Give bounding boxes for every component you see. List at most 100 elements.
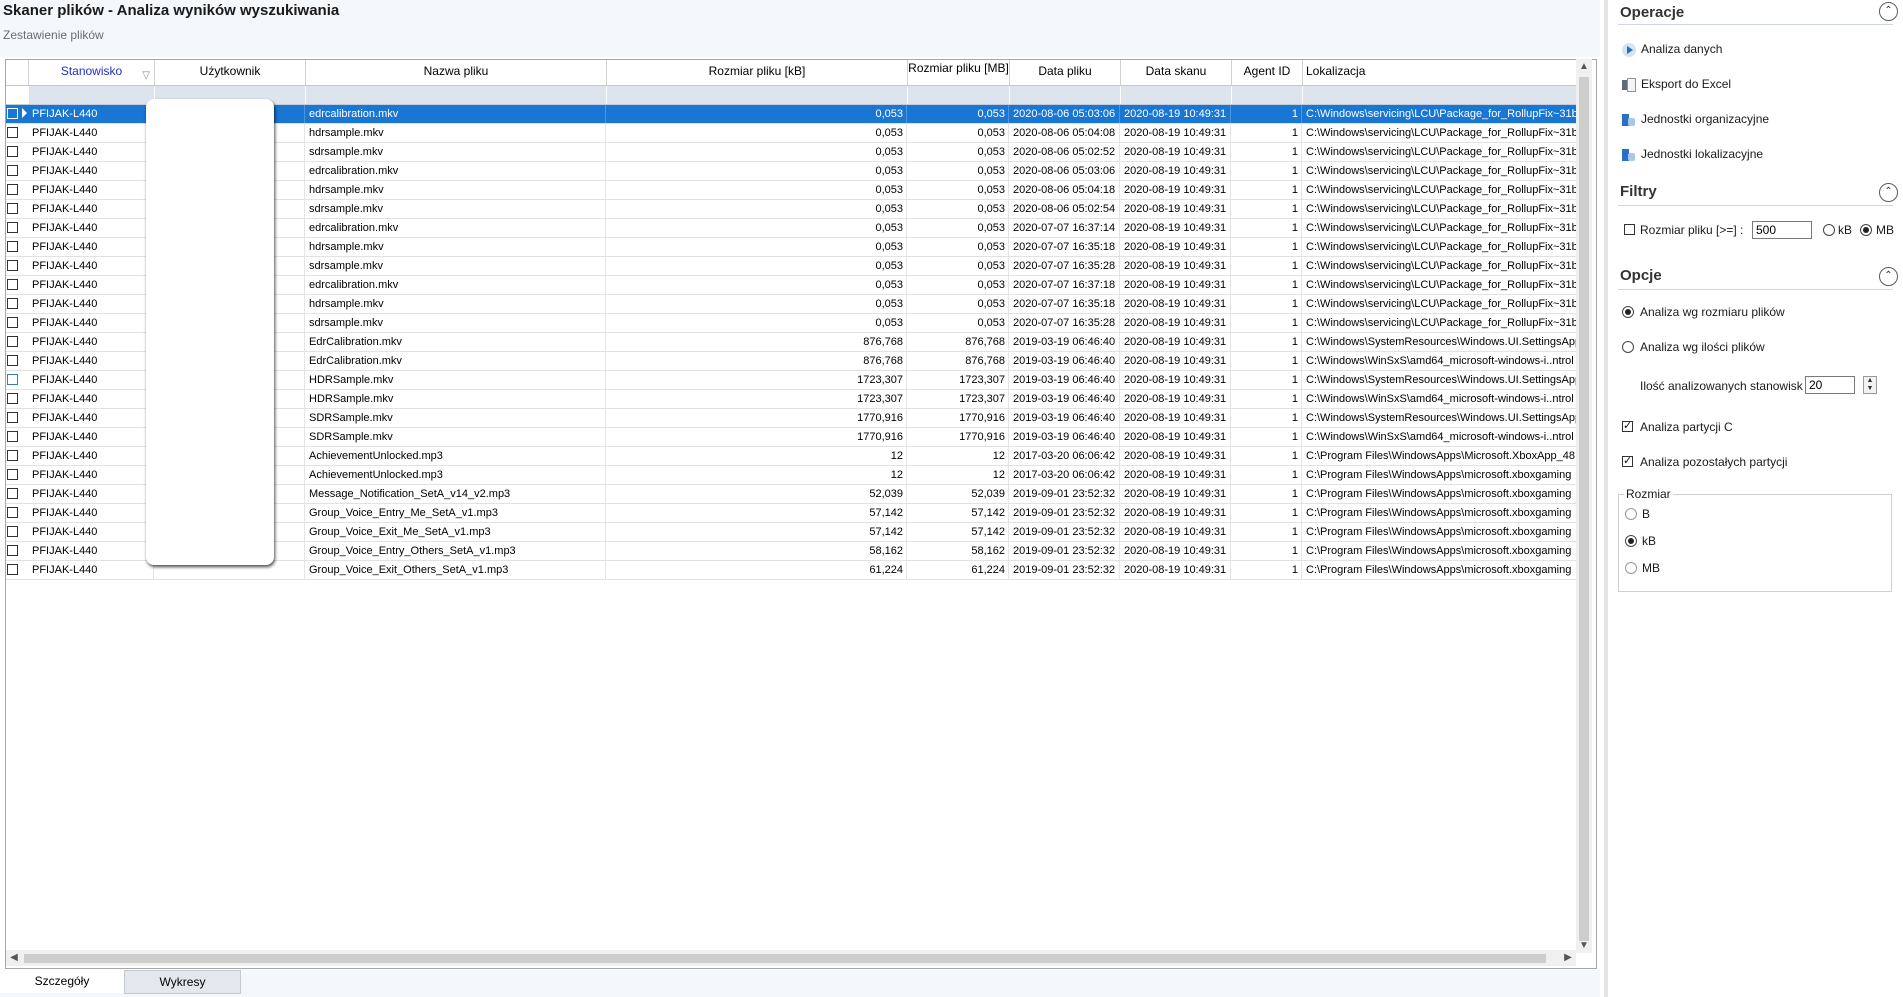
- cell-stanowisko[interactable]: PFIJAK-L440: [29, 466, 154, 484]
- cell-data-skanu[interactable]: 2020-08-19 10:49:31: [1121, 447, 1231, 465]
- size-kb-radio[interactable]: [1625, 535, 1637, 547]
- scroll-up-icon[interactable]: ▲: [1576, 61, 1592, 72]
- size-filter-checkbox[interactable]: [1624, 224, 1635, 235]
- cell-rozmiar-mb[interactable]: 1723,307: [908, 371, 1009, 389]
- cell-stanowisko[interactable]: PFIJAK-L440: [29, 181, 154, 199]
- cell-agent-id[interactable]: 1: [1232, 181, 1302, 199]
- cell-data-pliku[interactable]: 2020-07-07 16:35:18: [1010, 238, 1120, 256]
- cell-nazwa[interactable]: HDRSample.mkv: [306, 371, 606, 389]
- row-checkbox[interactable]: [7, 336, 18, 347]
- row-checkbox[interactable]: [7, 184, 18, 195]
- cell-data-pliku[interactable]: 2017-03-20 06:06:42: [1010, 447, 1120, 465]
- cell-data-skanu[interactable]: 2020-08-19 10:49:31: [1121, 105, 1231, 123]
- cell-data-skanu[interactable]: 2020-08-19 10:49:31: [1121, 523, 1231, 541]
- cell-rozmiar-mb[interactable]: 57,142: [908, 504, 1009, 522]
- cell-data-skanu[interactable]: 2020-08-19 10:49:31: [1121, 428, 1231, 446]
- unit-kb-radio[interactable]: [1823, 224, 1835, 236]
- cell-rozmiar-mb[interactable]: 57,142: [908, 523, 1009, 541]
- row-checkbox[interactable]: [7, 469, 18, 480]
- cell-stanowisko[interactable]: PFIJAK-L440: [29, 295, 154, 313]
- cell-nazwa[interactable]: sdrsample.mkv: [306, 200, 606, 218]
- spin-down-icon[interactable]: ▼: [1864, 385, 1876, 393]
- cell-lokalizacja[interactable]: C:\Windows\servicing\LCU\Package_for_Rol…: [1303, 314, 1580, 332]
- filter-icon[interactable]: ▽: [142, 65, 150, 85]
- vertical-scroll-thumb[interactable]: [1579, 77, 1589, 941]
- cell-lokalizacja[interactable]: C:\Program Files\WindowsApps\microsoft.x…: [1303, 504, 1580, 522]
- cell-data-skanu[interactable]: 2020-08-19 10:49:31: [1121, 238, 1231, 256]
- cell-rozmiar-kb[interactable]: 0,053: [607, 124, 907, 142]
- cell-nazwa[interactable]: Group_Voice_Exit_Me_SetA_v1.mp3: [306, 523, 606, 541]
- cell-rozmiar-kb[interactable]: 0,053: [607, 200, 907, 218]
- cell-rozmiar-kb[interactable]: 0,053: [607, 276, 907, 294]
- row-checkbox[interactable]: [7, 374, 18, 385]
- cell-lokalizacja[interactable]: C:\Windows\servicing\LCU\Package_for_Rol…: [1303, 276, 1580, 294]
- cell-rozmiar-mb[interactable]: 876,768: [908, 352, 1009, 370]
- cell-stanowisko[interactable]: PFIJAK-L440: [29, 352, 154, 370]
- op-jednostki-lokalizacyjne[interactable]: Jednostki lokalizacyjne: [1622, 147, 1763, 162]
- cell-rozmiar-mb[interactable]: 0,053: [908, 181, 1009, 199]
- row-checkbox[interactable]: [7, 108, 18, 119]
- row-checkbox[interactable]: [7, 526, 18, 537]
- unit-mb-radio[interactable]: [1860, 224, 1872, 236]
- cell-lokalizacja[interactable]: C:\Program Files\WindowsApps\microsoft.x…: [1303, 466, 1580, 484]
- cell-lokalizacja[interactable]: C:\Windows\servicing\LCU\Package_for_Rol…: [1303, 124, 1580, 142]
- cell-stanowisko[interactable]: PFIJAK-L440: [29, 257, 154, 275]
- cell-rozmiar-mb[interactable]: 0,053: [908, 162, 1009, 180]
- vertical-scrollbar[interactable]: ▲ ▼: [1576, 59, 1592, 953]
- cell-nazwa[interactable]: Group_Voice_Entry_Me_SetA_v1.mp3: [306, 504, 606, 522]
- cell-stanowisko[interactable]: PFIJAK-L440: [29, 371, 154, 389]
- column-header-stanowisko[interactable]: Stanowisko ▽: [29, 60, 155, 85]
- cell-stanowisko[interactable]: PFIJAK-L440: [29, 333, 154, 351]
- cell-data-pliku[interactable]: 2020-08-06 05:04:18: [1010, 181, 1120, 199]
- row-checkbox[interactable]: [7, 355, 18, 366]
- cell-rozmiar-mb[interactable]: 0,053: [908, 295, 1009, 313]
- cell-agent-id[interactable]: 1: [1232, 466, 1302, 484]
- op-analiza-danych[interactable]: Analiza danych: [1622, 42, 1722, 57]
- filter-cell[interactable]: [1303, 86, 1581, 104]
- cell-nazwa[interactable]: edrcalibration.mkv: [306, 219, 606, 237]
- cell-data-skanu[interactable]: 2020-08-19 10:49:31: [1121, 409, 1231, 427]
- cell-rozmiar-kb[interactable]: 0,053: [607, 181, 907, 199]
- cell-data-skanu[interactable]: 2020-08-19 10:49:31: [1121, 181, 1231, 199]
- cell-agent-id[interactable]: 1: [1232, 238, 1302, 256]
- other-partitions-checkbox[interactable]: [1622, 454, 1633, 467]
- cell-data-pliku[interactable]: 2019-09-01 23:52:32: [1010, 485, 1120, 503]
- cell-stanowisko[interactable]: PFIJAK-L440: [29, 428, 154, 446]
- cell-rozmiar-mb[interactable]: 876,768: [908, 333, 1009, 351]
- cell-agent-id[interactable]: 1: [1232, 257, 1302, 275]
- cell-stanowisko[interactable]: PFIJAK-L440: [29, 504, 154, 522]
- stations-count-input[interactable]: 20: [1805, 376, 1855, 394]
- row-checkbox[interactable]: [7, 545, 18, 556]
- cell-nazwa[interactable]: Message_Notification_SetA_v14_v2.mp3: [306, 485, 606, 503]
- cell-data-pliku[interactable]: 2020-07-07 16:37:14: [1010, 219, 1120, 237]
- row-checkbox[interactable]: [7, 298, 18, 309]
- size-b-radio[interactable]: [1625, 508, 1637, 520]
- cell-data-pliku[interactable]: 2017-03-20 06:06:42: [1010, 466, 1120, 484]
- cell-stanowisko[interactable]: PFIJAK-L440: [29, 561, 154, 579]
- cell-lokalizacja[interactable]: C:\Windows\WinSxS\amd64_microsoft-window…: [1303, 390, 1580, 408]
- cell-data-pliku[interactable]: 2019-09-01 23:52:32: [1010, 504, 1120, 522]
- cell-data-pliku[interactable]: 2020-07-07 16:35:18: [1010, 295, 1120, 313]
- cell-agent-id[interactable]: 1: [1232, 124, 1302, 142]
- cell-data-pliku[interactable]: 2020-08-06 05:02:54: [1010, 200, 1120, 218]
- row-checkbox[interactable]: [7, 222, 18, 233]
- cell-lokalizacja[interactable]: C:\Program Files\WindowsApps\microsoft.x…: [1303, 485, 1580, 503]
- cell-data-pliku[interactable]: 2019-03-19 06:46:40: [1010, 333, 1120, 351]
- column-header-rozmiar-kb[interactable]: Rozmiar pliku [kB]: [607, 60, 908, 85]
- cell-rozmiar-kb[interactable]: 876,768: [607, 333, 907, 351]
- cell-rozmiar-kb[interactable]: 52,039: [607, 485, 907, 503]
- cell-agent-id[interactable]: 1: [1232, 333, 1302, 351]
- cell-data-pliku[interactable]: 2020-07-07 16:35:28: [1010, 314, 1120, 332]
- row-checkbox[interactable]: [7, 241, 18, 252]
- cell-stanowisko[interactable]: PFIJAK-L440: [29, 276, 154, 294]
- cell-rozmiar-mb[interactable]: 52,039: [908, 485, 1009, 503]
- cell-rozmiar-kb[interactable]: 0,053: [607, 314, 907, 332]
- column-header-rozmiar-mb[interactable]: Rozmiar pliku [MB]: [908, 60, 1010, 85]
- cell-rozmiar-kb[interactable]: 12: [607, 466, 907, 484]
- cell-data-skanu[interactable]: 2020-08-19 10:49:31: [1121, 162, 1231, 180]
- cell-data-skanu[interactable]: 2020-08-19 10:49:31: [1121, 485, 1231, 503]
- cell-stanowisko[interactable]: PFIJAK-L440: [29, 314, 154, 332]
- cell-rozmiar-mb[interactable]: 0,053: [908, 314, 1009, 332]
- cell-rozmiar-mb[interactable]: 58,162: [908, 542, 1009, 560]
- cell-rozmiar-mb[interactable]: 1770,916: [908, 428, 1009, 446]
